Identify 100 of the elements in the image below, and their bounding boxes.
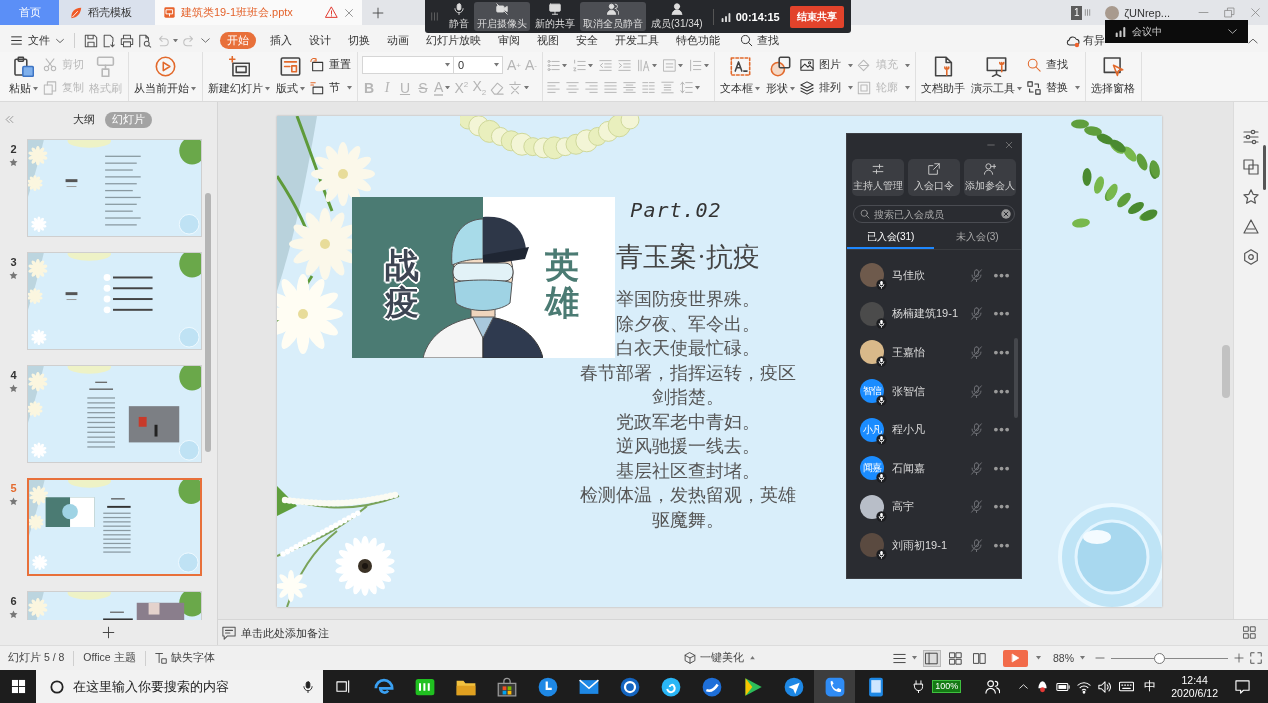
print-preview-button[interactable] — [138, 33, 152, 48]
ribbon-tab[interactable]: 动画 — [378, 32, 417, 49]
more-icon[interactable] — [994, 350, 1009, 355]
clear-icon[interactable] — [1001, 209, 1011, 219]
more-icon[interactable] — [994, 504, 1009, 510]
notes-menu-button[interactable] — [893, 651, 917, 665]
ribbon-tab[interactable]: 安全 — [567, 32, 606, 49]
print-button[interactable] — [120, 33, 134, 48]
member-tab[interactable]: 未入会(3) — [934, 227, 1021, 249]
export-button[interactable] — [102, 33, 116, 48]
member-tab[interactable]: 已入会(31) — [847, 227, 934, 249]
mic-icon[interactable] — [302, 681, 314, 693]
end-sharing-button[interactable]: 结束共享 — [789, 5, 844, 28]
taskbar-app[interactable] — [814, 670, 855, 703]
taskbar-search-field[interactable]: 在这里输入你要搜索的内容 — [36, 670, 323, 703]
meeting-status-bar[interactable]: 会议中 — [1105, 20, 1248, 43]
battery-indicator[interactable]: 100% — [932, 680, 962, 693]
notification-icon[interactable] — [1235, 679, 1250, 694]
more-icon[interactable] — [994, 388, 1009, 394]
user-avatar[interactable] — [1105, 5, 1120, 20]
scrollbar[interactable] — [205, 193, 211, 452]
more-icon[interactable] — [994, 465, 1009, 471]
chevron-up-icon[interactable] — [1018, 681, 1030, 692]
paste-button[interactable]: 粘贴 — [8, 54, 39, 99]
unmute-all-button[interactable]: 取消全员静音 — [580, 2, 646, 31]
muted-mic-icon[interactable] — [970, 346, 983, 359]
chevron-down-icon[interactable] — [1227, 26, 1238, 37]
more-icon[interactable] — [994, 272, 1009, 278]
member-search-field[interactable]: 搜索已入会成员 — [853, 205, 1015, 223]
shapes-button[interactable]: 形状 — [765, 54, 797, 99]
muted-mic-icon[interactable] — [970, 461, 983, 475]
more-icon[interactable] — [994, 311, 1009, 317]
sliders-icon[interactable] — [1243, 129, 1259, 145]
text-box-button[interactable]: 文本框 — [719, 54, 762, 99]
arrange-button[interactable]: 排列 — [800, 78, 854, 98]
ribbon-tab[interactable]: 幻灯片放映 — [417, 32, 489, 49]
wifi-icon[interactable] — [1077, 679, 1092, 694]
window-count-badge[interactable]: 1 — [1071, 5, 1083, 20]
grid-icon[interactable] — [1243, 626, 1256, 639]
section-button[interactable]: 节 — [310, 78, 352, 98]
grip-icon[interactable] — [430, 10, 439, 23]
muted-mic-icon[interactable] — [970, 500, 983, 514]
user-name[interactable]: ζUNrep... — [1124, 6, 1170, 19]
cloud-sync-button[interactable]: 有异 — [1066, 33, 1107, 48]
muted-mic-icon[interactable] — [970, 538, 983, 552]
input-method-indicator[interactable]: 中 — [1144, 678, 1157, 695]
ribbon-tab[interactable]: 视图 — [528, 32, 567, 49]
slide-sorter-button[interactable] — [947, 649, 965, 667]
font-name-field[interactable] — [362, 56, 454, 75]
close-icon[interactable] — [1005, 140, 1013, 149]
presentation-tools-button[interactable]: 演示工具 — [970, 54, 1024, 99]
muted-mic-icon[interactable] — [970, 423, 983, 437]
zoom-in-icon[interactable] — [1234, 653, 1244, 663]
triangle-icon[interactable] — [1243, 219, 1259, 235]
close-icon[interactable] — [1249, 7, 1261, 18]
more-icon[interactable] — [994, 427, 1009, 433]
ribbon-tab[interactable]: 特色功能 — [667, 32, 728, 49]
share-button[interactable]: 新的共享 — [532, 2, 578, 31]
muted-mic-icon[interactable] — [970, 307, 983, 321]
slide-thumbnail[interactable] — [27, 365, 202, 463]
overlapping-squares-icon[interactable] — [1243, 159, 1259, 175]
save-button[interactable] — [84, 33, 98, 48]
ribbon-tab[interactable]: 插入 — [261, 32, 300, 49]
selection-pane-button[interactable]: 选择窗格 — [1090, 54, 1137, 99]
find-button[interactable]: 查找 — [1027, 55, 1081, 75]
panel-tab[interactable]: 大纲 — [69, 111, 99, 128]
chevron-down-button[interactable] — [200, 35, 211, 46]
ribbon-tab[interactable]: 设计 — [300, 32, 339, 49]
reset-button[interactable]: 重置 — [310, 55, 352, 75]
beautify-button[interactable]: 一键美化 — [684, 651, 755, 665]
play-slideshow-button[interactable] — [1003, 649, 1028, 667]
more-icon[interactable] — [994, 542, 1009, 548]
slide-thumbnail[interactable] — [27, 139, 202, 237]
picture-button[interactable]: 图片 — [800, 55, 854, 75]
normal-view-button[interactable] — [923, 649, 941, 667]
muted-mic-icon[interactable] — [970, 384, 983, 398]
search-button[interactable]: 查找 — [740, 33, 779, 48]
close-icon[interactable] — [344, 7, 354, 18]
host-management-button[interactable]: 主持人管理 — [852, 159, 904, 196]
font-size-field[interactable]: 0 — [453, 56, 503, 75]
keyboard-icon[interactable] — [1119, 679, 1135, 694]
star-outline-icon[interactable] — [1243, 189, 1259, 205]
new-slide-button[interactable]: 新建幻灯片 — [207, 54, 271, 99]
members-button[interactable]: 成员(31/34) — [648, 2, 706, 31]
document-assistant-button[interactable]: 文档助手 — [920, 54, 967, 99]
add-participant-button[interactable]: 添加参会人 — [964, 159, 1016, 196]
slide-thumbnail[interactable] — [27, 252, 202, 350]
muted-mic-icon[interactable] — [970, 268, 983, 282]
speaker-icon[interactable] — [1098, 679, 1113, 694]
restore-icon[interactable] — [1223, 7, 1235, 18]
slider-thumb[interactable] — [1153, 652, 1165, 664]
layout-button[interactable]: 版式 — [275, 54, 306, 99]
notes-field[interactable]: 单击此处添加备注 — [241, 626, 1238, 639]
ribbon-tab[interactable]: 审阅 — [489, 32, 528, 49]
zoom-percentage[interactable]: 88% — [1053, 652, 1085, 664]
fit-window-icon[interactable] — [1250, 652, 1262, 664]
hexagon-icon[interactable] — [1243, 249, 1259, 265]
play-from-current-button[interactable]: 从当前开始 — [133, 54, 197, 99]
missing-fonts-button[interactable]: 缺失字体 — [154, 651, 215, 665]
file-menu-button[interactable]: 文件 — [10, 33, 65, 48]
